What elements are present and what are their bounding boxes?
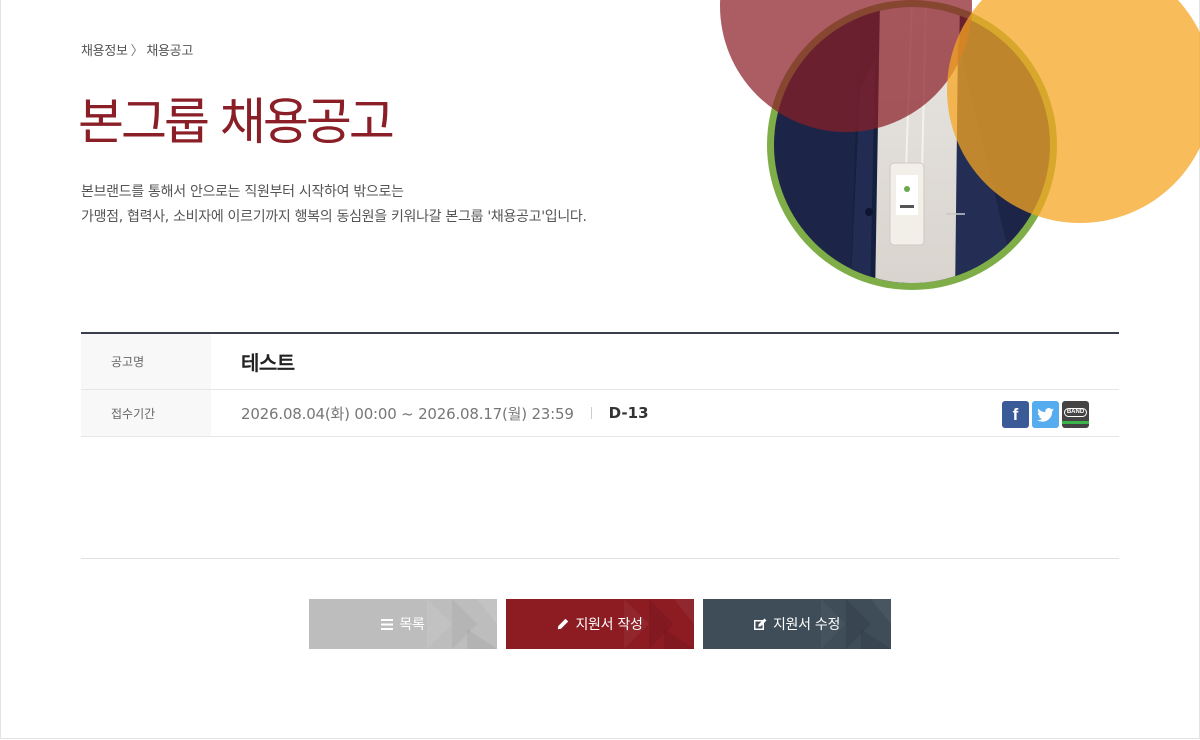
band-share-button[interactable]: BAND (1062, 401, 1089, 428)
pencil-icon (558, 618, 569, 630)
hero-circles-graphic (720, 0, 1200, 290)
breadcrumb: 채용정보 〉 채용공고 (81, 40, 193, 59)
page-title: 본그룹 채용공고 (78, 93, 395, 151)
facebook-share-button[interactable]: f (1002, 401, 1029, 428)
posting-period-value: 2026.08.04(화) 00:00 ~ 2026.08.17(월) 23:5… (241, 404, 574, 423)
list-button[interactable]: 목록 (309, 599, 497, 649)
breadcrumb-parent[interactable]: 채용정보 (81, 44, 128, 59)
list-icon (381, 618, 394, 630)
facebook-icon: f (1012, 404, 1019, 424)
band-green-bar (1062, 421, 1089, 424)
period-divider (590, 407, 592, 419)
twitter-icon (1037, 407, 1054, 422)
edit-icon (753, 618, 767, 630)
posting-period-label: 접수기간 (81, 390, 211, 436)
posting-name-row: 공고명 테스트 (81, 334, 1119, 390)
apply-button-label: 지원서 작성 (575, 617, 643, 633)
dday-badge: D-13 (608, 404, 649, 422)
description-line-2: 가맹점, 협력사, 소비자에 이르기까지 행복의 동심원을 키워나갈 본그룹 '… (81, 209, 587, 225)
breadcrumb-separator: 〉 (130, 44, 144, 59)
edit-application-button[interactable]: 지원서 수정 (703, 599, 891, 649)
share-buttons: f BAND (1002, 401, 1089, 428)
content-divider (81, 558, 1119, 559)
action-buttons: 목록 지원서 작성 지원서 수정 (309, 599, 891, 649)
posting-period-row: 접수기간 2026.08.04(화) 00:00 ~ 2026.08.17(월)… (81, 390, 1119, 437)
page-description: 본브랜드를 통해서 안으로는 직원부터 시작하여 밖으로는 가맹점, 협력사, … (81, 180, 721, 230)
edit-button-label: 지원서 수정 (772, 617, 841, 633)
breadcrumb-current[interactable]: 채용공고 (146, 44, 193, 59)
apply-button[interactable]: 지원서 작성 (506, 599, 694, 649)
description-line-1: 본브랜드를 통해서 안으로는 직원부터 시작하여 밖으로는 (81, 184, 404, 200)
hero-illustration (700, 0, 1200, 300)
list-button-label: 목록 (399, 617, 425, 633)
band-icon: BAND (1063, 407, 1088, 417)
posting-name-value: 테스트 (241, 351, 295, 375)
posting-name-label: 공고명 (81, 334, 211, 389)
twitter-share-button[interactable] (1032, 401, 1059, 428)
posting-info-table: 공고명 테스트 접수기간 2026.08.04(화) 00:00 ~ 2026.… (81, 332, 1119, 437)
